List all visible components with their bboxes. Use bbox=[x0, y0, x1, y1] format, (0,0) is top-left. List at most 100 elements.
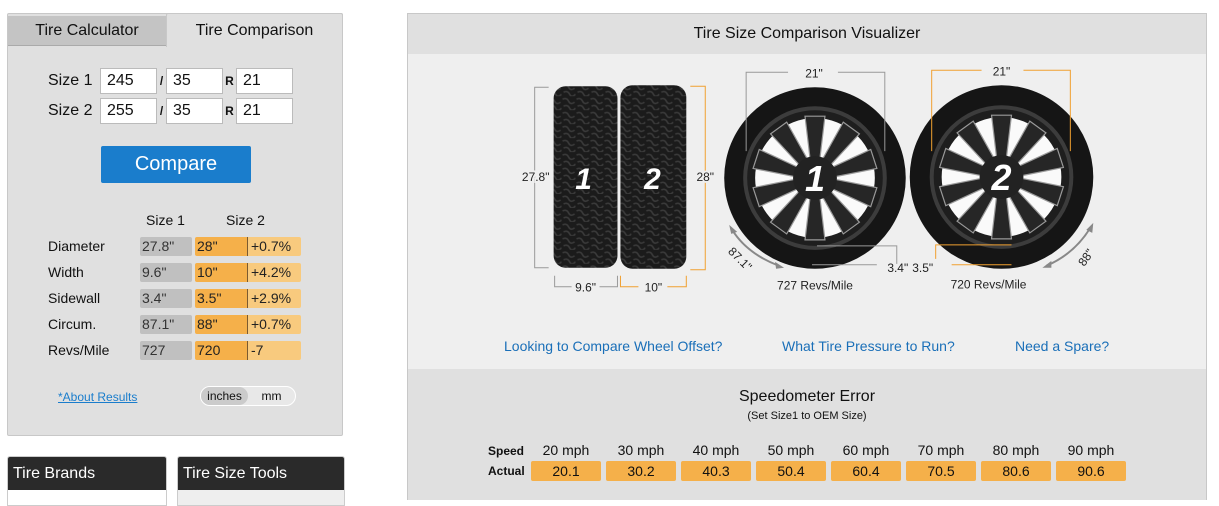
speed-value: 40 mph bbox=[692, 442, 740, 458]
dimension-line bbox=[554, 275, 572, 288]
wheel-2-circumference-label: 88" bbox=[1075, 246, 1097, 268]
speed-value: 50 mph bbox=[767, 442, 815, 458]
wheel-1-number: 1 bbox=[805, 158, 825, 199]
rim-separator: R bbox=[225, 104, 234, 118]
tire-2-height-dimension: 28" bbox=[690, 85, 716, 271]
speedometer-subtitle: (Set Size1 to OEM Size) bbox=[747, 410, 867, 422]
visualizer-panel: Tire Size Comparison Visualizer 1 2 27.8… bbox=[407, 13, 1207, 500]
size2-label: Size 2 bbox=[48, 102, 93, 119]
tire-2-height-label: 28" bbox=[696, 170, 714, 184]
tire-brands-heading: Tire Brands bbox=[8, 457, 166, 490]
speedometer-error-section: Speedometer Error (Set Size1 to OEM Size… bbox=[408, 369, 1206, 500]
size2-row: Size 2 / R bbox=[48, 98, 293, 124]
dimension-line bbox=[619, 275, 639, 288]
result-size2: 720 bbox=[195, 340, 248, 360]
tire-1-width-label: 9.6" bbox=[575, 281, 596, 295]
wheel-2-sidewall-label: 3.5" bbox=[912, 261, 933, 275]
tab-tire-calculator[interactable]: Tire Calculator bbox=[8, 16, 166, 46]
tire-size-tools-body bbox=[178, 490, 344, 505]
result-size1: 27.8" bbox=[140, 236, 192, 256]
result-label: Circum. bbox=[48, 316, 97, 332]
result-diff: +0.7% bbox=[248, 314, 301, 334]
actual-speed-value: 70.5 bbox=[906, 461, 976, 481]
dimension-line bbox=[667, 275, 687, 288]
size1-aspect-input[interactable] bbox=[166, 68, 223, 94]
slash-separator: / bbox=[159, 104, 164, 118]
tire-brands-panel: Tire Brands bbox=[7, 456, 167, 506]
result-diff: +4.2% bbox=[248, 262, 301, 282]
wheel-1-revs-label: 727 Revs/Mile bbox=[777, 279, 853, 293]
dimension-line bbox=[599, 275, 618, 288]
actual-speed-value: 60.4 bbox=[831, 461, 901, 481]
wheel-2: 2 bbox=[909, 85, 1094, 269]
speed-value: 80 mph bbox=[992, 442, 1040, 458]
actual-speed-value: 80.6 bbox=[981, 461, 1051, 481]
speed-value: 70 mph bbox=[917, 442, 965, 458]
tire-brands-body bbox=[8, 490, 166, 505]
wheel-1-sidewall-label: 3.4" bbox=[887, 261, 908, 275]
arrowhead bbox=[1042, 260, 1052, 268]
wheel-1-rim-label: 21" bbox=[805, 66, 823, 80]
actual-speed-value: 30.2 bbox=[606, 461, 676, 481]
size2-rim-input[interactable] bbox=[236, 98, 293, 124]
tire-2-width-label: 10" bbox=[645, 281, 663, 295]
speedometer-title: Speedometer Error bbox=[738, 388, 876, 405]
actual-speed-value: 90.6 bbox=[1056, 461, 1126, 481]
size2-aspect-input[interactable] bbox=[166, 98, 223, 124]
arrowhead bbox=[729, 224, 738, 234]
result-label: Revs/Mile bbox=[48, 342, 110, 358]
actual-speed-value: 20.1 bbox=[531, 461, 601, 481]
result-size2: 88" bbox=[195, 314, 248, 334]
slash-separator: / bbox=[159, 74, 164, 88]
size2-width-input[interactable] bbox=[100, 98, 157, 124]
wheel-2-number: 2 bbox=[991, 157, 1012, 198]
actual-speed-value: 40.3 bbox=[681, 461, 751, 481]
size1-row: Size 1 / R bbox=[48, 68, 293, 94]
need-a-spare-link[interactable]: Need a Spare? bbox=[1015, 338, 1109, 354]
tire-pressure-link[interactable]: What Tire Pressure to Run? bbox=[782, 338, 955, 354]
result-diff: +2.9% bbox=[248, 288, 301, 308]
wheel-2-rim-label: 21" bbox=[993, 64, 1011, 78]
tire-1-width-dimension: 9.6" bbox=[554, 275, 618, 295]
result-row-width: Width 9.6" 10" +4.2% bbox=[48, 262, 301, 282]
result-size1: 3.4" bbox=[140, 288, 192, 308]
result-row-sidewall: Sidewall 3.4" 3.5" +2.9% bbox=[48, 288, 301, 308]
about-results-link[interactable]: *About Results bbox=[58, 390, 137, 404]
compare-wheel-offset-link[interactable]: Looking to Compare Wheel Offset? bbox=[504, 338, 722, 354]
tread-tire-2-number: 2 bbox=[643, 163, 661, 196]
actual-speed-value: 50.4 bbox=[756, 461, 826, 481]
result-diff: -7 bbox=[248, 340, 301, 360]
tire-size-tools-panel: Tire Size Tools bbox=[177, 456, 345, 506]
rim-separator: R bbox=[225, 74, 234, 88]
unit-mm-option[interactable]: mm bbox=[248, 387, 295, 405]
result-diff: +0.7% bbox=[248, 236, 301, 256]
result-size1: 9.6" bbox=[140, 262, 192, 282]
result-row-circumference: Circum. 87.1" 88" +0.7% bbox=[48, 314, 301, 334]
wheel-1: 1 bbox=[724, 87, 906, 269]
tire-2-width-dimension: 10" bbox=[619, 275, 687, 295]
unit-inches-option[interactable]: inches bbox=[201, 387, 248, 405]
tread-tire-1: 1 bbox=[553, 86, 618, 268]
result-size1: 87.1" bbox=[140, 314, 192, 334]
visualizer-title: Tire Size Comparison Visualizer bbox=[408, 14, 1206, 54]
result-size1: 727 bbox=[140, 340, 192, 360]
result-label: Sidewall bbox=[48, 290, 101, 306]
size1-width-input[interactable] bbox=[100, 68, 157, 94]
compare-button[interactable]: Compare bbox=[101, 146, 251, 183]
results-header-size1: Size 1 bbox=[146, 212, 185, 228]
tread-tire-2: 2 bbox=[620, 85, 687, 269]
wheel-1-circumference-label: 87.1" bbox=[725, 244, 754, 273]
tire-size-tools-heading: Tire Size Tools bbox=[178, 457, 344, 490]
size1-rim-input[interactable] bbox=[236, 68, 293, 94]
result-row-revs-per-mile: Revs/Mile 727 720 -7 bbox=[48, 340, 301, 360]
speed-value: 90 mph bbox=[1067, 442, 1115, 458]
wheel-2-revs-label: 720 Revs/Mile bbox=[951, 278, 1027, 292]
results-header-size2: Size 2 bbox=[226, 212, 265, 228]
tire-calculator-panel: Tire Calculator Tire Comparison Size 1 /… bbox=[7, 13, 343, 436]
tab-tire-comparison[interactable]: Tire Comparison bbox=[166, 13, 343, 47]
tab-bar: Tire Calculator Tire Comparison bbox=[8, 13, 343, 47]
result-size2: 28" bbox=[195, 236, 248, 256]
tread-tire-1-number: 1 bbox=[575, 163, 592, 196]
actual-row-label: Actual bbox=[488, 464, 525, 478]
result-label: Diameter bbox=[48, 238, 105, 254]
